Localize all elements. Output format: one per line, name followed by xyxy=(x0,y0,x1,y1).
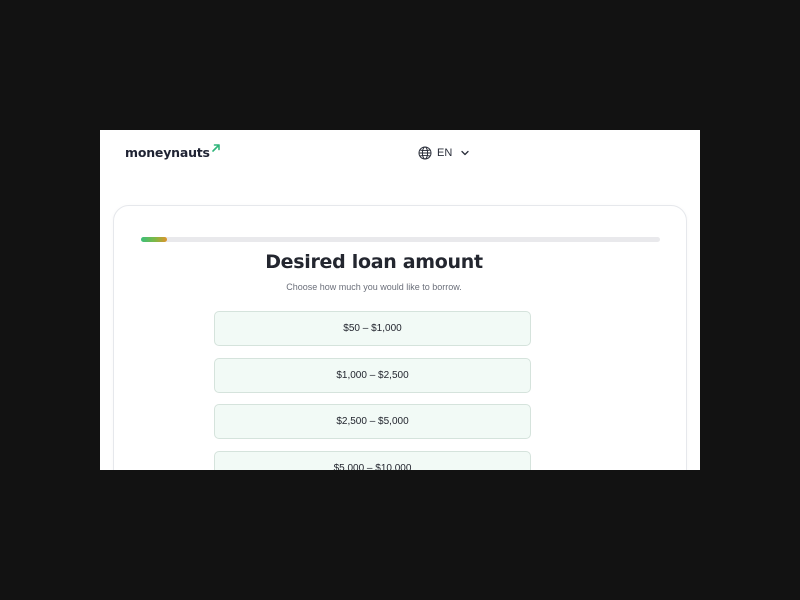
loan-option-button[interactable]: $2,500 – $5,000 xyxy=(214,404,531,439)
browser-viewport: moneynauts EN Desired loan amount Choose xyxy=(100,130,700,470)
progress-bar-fill xyxy=(141,237,167,242)
loan-option-button[interactable]: $5,000 – $10,000 xyxy=(214,450,531,470)
chevron-down-icon xyxy=(461,150,469,156)
page-title: Desired loan amount xyxy=(265,251,483,273)
header: moneynauts EN xyxy=(100,130,700,180)
globe-icon xyxy=(418,146,432,160)
progress-bar xyxy=(141,237,660,242)
loan-form-card: Desired loan amount Choose how much you … xyxy=(113,205,687,470)
logo-text: moneynauts xyxy=(125,145,210,160)
loan-amount-options: $50 – $1,000 $1,000 – $2,500 $2,500 – $5… xyxy=(214,311,534,470)
arrow-up-right-icon xyxy=(211,144,220,152)
loan-option-button[interactable]: $1,000 – $2,500 xyxy=(214,357,531,393)
language-label: EN xyxy=(437,147,453,159)
language-selector[interactable]: EN xyxy=(418,146,470,160)
logo[interactable]: moneynauts xyxy=(125,144,221,160)
page-subtitle: Choose how much you would like to borrow… xyxy=(286,282,462,292)
loan-option-button[interactable]: $50 – $1,000 xyxy=(214,311,531,346)
